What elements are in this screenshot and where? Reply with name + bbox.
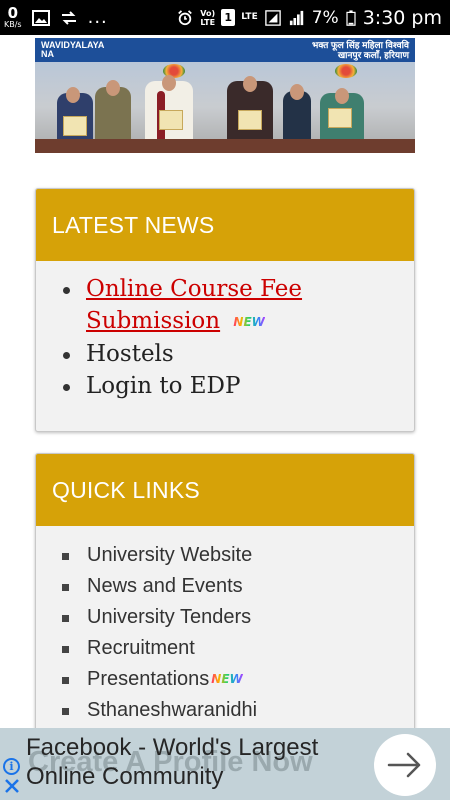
hostels-link[interactable]: Hostels: [86, 341, 174, 367]
quick-links-list: University Website News and Events Unive…: [36, 526, 414, 726]
clock: 3:30 pm: [362, 6, 442, 29]
quick-links-card: QUICK LINKS University Website News and …: [35, 453, 415, 753]
ad-title[interactable]: Facebook - World's Largest Online Commun…: [26, 733, 356, 791]
signal-strength-icon: [289, 10, 303, 25]
volte-label-bottom: LTE: [200, 17, 216, 27]
news-item-login-edp[interactable]: Login to EDP: [61, 370, 414, 402]
flower-decoration: [335, 64, 357, 78]
alarm-icon: [178, 9, 193, 25]
quick-link-recruitment[interactable]: Recruitment: [62, 633, 414, 664]
banner-right-line1: भक्त फूल सिंह महिला विश्ववि: [312, 40, 409, 50]
online-course-fee-link[interactable]: Online Course Fee Submission: [86, 276, 302, 334]
banner-title-right: भक्त फूल सिंह महिला विश्ववि खानपुर कलाँ,…: [312, 40, 409, 60]
latest-news-header: LATEST NEWS: [36, 189, 414, 261]
person-head: [243, 76, 257, 92]
lte-indicator: LTE: [241, 13, 258, 22]
banner-title-left: WAVIDYALAYA NA: [41, 41, 104, 59]
certificate: [328, 108, 352, 128]
quick-link-news-events[interactable]: News and Events: [62, 571, 414, 602]
volte-label-top: Vo): [200, 8, 216, 18]
stage-table: [35, 139, 415, 153]
person-head: [290, 84, 304, 100]
login-edp-link[interactable]: Login to EDP: [86, 373, 240, 399]
certificate: [63, 116, 87, 136]
quick-link-label[interactable]: University Tenders: [87, 606, 251, 628]
banner-right-line2: खानपुर कलाँ, हरियाण: [337, 50, 409, 60]
quick-link-university-website[interactable]: University Website: [62, 540, 414, 571]
arrow-right-icon: [387, 752, 421, 778]
quick-links-header: QUICK LINKS: [36, 454, 414, 526]
battery-percent: 7%: [311, 7, 339, 28]
new-badge: NEW: [211, 664, 242, 695]
latest-news-list: Online Course Fee Submission NEW Hostels…: [36, 261, 414, 402]
net-speed-value: 0: [7, 4, 19, 22]
volte-indicator: Vo) LTE: [200, 9, 215, 27]
person-head: [335, 88, 349, 104]
person-head: [66, 87, 80, 103]
latest-news-title: LATEST NEWS: [52, 211, 215, 238]
news-item-hostels[interactable]: Hostels: [61, 338, 414, 370]
data-transfer-notification-icon: [61, 10, 76, 25]
quick-link-label[interactable]: Recruitment: [87, 637, 195, 659]
status-bar: 0 KB/s ... Vo) LTE 1 LTE 7% 3:30 pm: [0, 0, 450, 35]
roaming-signal-icon: [264, 9, 281, 26]
quick-link-university-tenders[interactable]: University Tenders: [62, 602, 414, 633]
university-banner-image: WAVIDYALAYA NA भक्त फूल सिंह महिला विश्व…: [35, 38, 415, 153]
quick-links-title: QUICK LINKS: [52, 476, 200, 503]
latest-news-card: LATEST NEWS Online Course Fee Submission…: [35, 188, 415, 432]
banner-title-strip: WAVIDYALAYA NA भक्त फूल सिंह महिला विश्व…: [35, 38, 415, 62]
quick-link-sthaneshwaranidhi[interactable]: Sthaneshwaranidhi: [62, 695, 414, 726]
banner-left-line2: NA: [41, 49, 54, 59]
quick-link-label[interactable]: Sthaneshwaranidhi: [87, 699, 257, 721]
more-notifications-icon: ...: [87, 7, 108, 28]
sim-slot-badge: 1: [221, 9, 236, 26]
battery-icon: [346, 9, 356, 26]
net-speed-unit: KB/s: [4, 20, 22, 29]
info-icon[interactable]: i: [3, 758, 20, 775]
person-head: [106, 80, 120, 96]
person-head: [162, 75, 176, 91]
ad-cta-button[interactable]: [374, 734, 436, 796]
lte-label: LTE: [241, 12, 258, 22]
quick-link-label[interactable]: University Website: [87, 544, 252, 566]
quick-link-label[interactable]: News and Events: [87, 575, 243, 597]
gallery-notification-icon: [31, 9, 50, 26]
new-badge: NEW: [233, 306, 264, 338]
quick-link-presentations[interactable]: Presentations NEW: [62, 664, 414, 695]
news-item-online-course-fee[interactable]: Online Course Fee Submission NEW: [61, 273, 414, 338]
certificate: [238, 110, 262, 130]
certificate: [159, 110, 183, 130]
quick-link-label[interactable]: Presentations: [87, 668, 209, 690]
ad-banner[interactable]: Create A Profile Now Facebook - World's …: [0, 728, 450, 800]
close-icon[interactable]: [4, 778, 20, 794]
net-speed-indicator: 0 KB/s: [4, 6, 22, 29]
